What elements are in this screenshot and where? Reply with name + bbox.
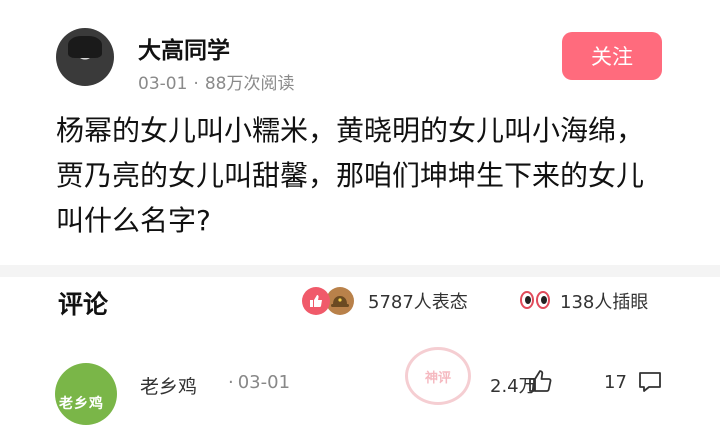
like-reaction-icon	[302, 287, 330, 315]
commenter-name[interactable]: 老乡鸡	[140, 372, 197, 399]
follow-button[interactable]: 关注	[562, 32, 662, 80]
reply-icon[interactable]	[637, 369, 663, 395]
hot-comment-stamp: 神评	[405, 347, 471, 405]
reaction-count[interactable]: 5787人表态	[368, 288, 468, 314]
meta-separator: ·	[193, 74, 199, 94]
section-divider	[0, 265, 720, 277]
commenter-avatar[interactable]: 老乡鸡	[55, 363, 117, 425]
eyes-count[interactable]: 138人插眼	[560, 288, 648, 314]
comments-header: 评论 5787人表态 138人插眼	[0, 277, 720, 327]
comment-date: 03-01	[237, 372, 291, 393]
thumb-up-icon[interactable]	[527, 368, 553, 394]
comment-reply-count: 17	[604, 372, 627, 393]
eyes-icon[interactable]	[520, 287, 552, 313]
author-name[interactable]: 大高同学	[138, 31, 230, 65]
post-meta: 03-01 · 88万次阅读	[138, 69, 294, 94]
hat-reaction-icon	[326, 287, 354, 315]
eye-right	[536, 291, 550, 309]
comment-meta-separator: ·	[228, 372, 234, 393]
post-text: 杨幂的女儿叫小糯米，黄晓明的女儿叫小海绵，贾乃亮的女儿叫甜馨，那咱们坤坤生下来的…	[56, 114, 645, 237]
comment-item: 老乡鸡 老乡鸡 · 03-01 神评 2.4万 17	[0, 345, 720, 425]
comment-meta: · 03-01	[228, 372, 290, 393]
reaction-icons[interactable]	[302, 287, 364, 317]
comments-title: 评论	[58, 290, 109, 319]
author-avatar[interactable]	[56, 28, 114, 86]
eye-left	[520, 291, 534, 309]
commenter-avatar-text: 老乡鸡	[59, 396, 104, 412]
view-count: 88万次阅读	[204, 74, 295, 94]
post-date: 03-01	[138, 74, 188, 94]
post-card: 大高同学 03-01 · 88万次阅读 关注 杨幂的女儿叫小糯米，黄晓明的女儿叫小海…	[0, 0, 720, 265]
